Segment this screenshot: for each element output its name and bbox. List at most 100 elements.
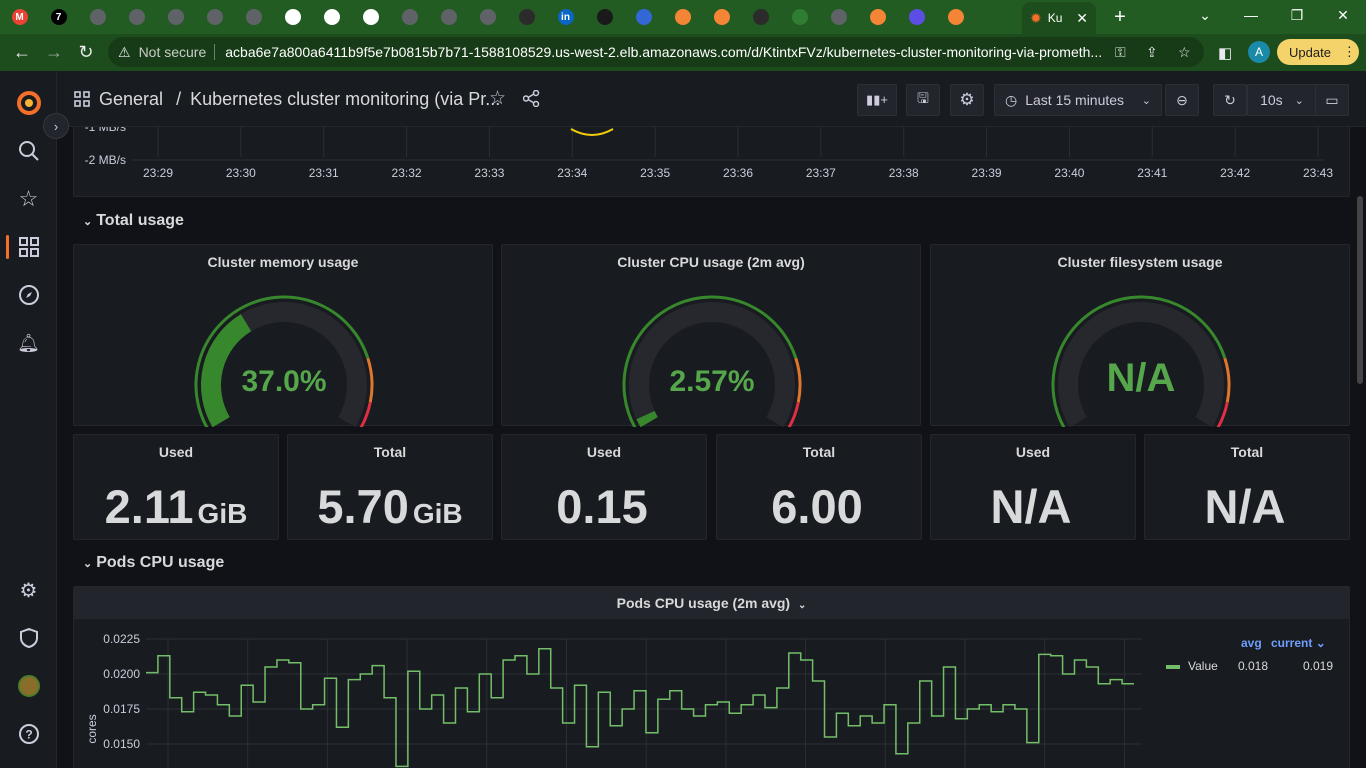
cpu-used-stat[interactable]: Used 0.15 <box>501 434 707 540</box>
dashboards-icon[interactable] <box>0 227 57 267</box>
gmail-icon-glyph: M <box>11 9 28 25</box>
legend-avg-value: 0.018 <box>1238 659 1269 673</box>
add-panel-button[interactable]: ▮▮+ <box>857 84 897 116</box>
dashboard-title[interactable]: Kubernetes cluster monitoring (via Pr... <box>190 89 500 109</box>
globe-icon-glyph <box>323 9 340 25</box>
cube-icon[interactable] <box>858 0 897 34</box>
series-color-swatch <box>1166 664 1180 669</box>
globe-icon-glyph <box>245 9 262 25</box>
refresh-button[interactable]: ↻ <box>1213 84 1247 116</box>
legend-series-value[interactable]: Value <box>1166 659 1218 673</box>
key-icon[interactable]: ⚿ <box>1115 44 1126 61</box>
update-button[interactable]: Update ⋮ <box>1277 39 1359 65</box>
globe-icon[interactable] <box>117 0 156 34</box>
cpu-gauge-panel[interactable]: Cluster CPU usage (2m avg) 2.57% <box>501 244 921 431</box>
panel-title: Cluster CPU usage (2m avg) <box>617 254 805 270</box>
globe-icon[interactable] <box>78 0 117 34</box>
share-icon[interactable]: ⇪ <box>1146 44 1158 61</box>
linkedin-icon[interactable]: in <box>546 0 585 34</box>
globe-icon[interactable] <box>468 0 507 34</box>
breadcrumb-folder[interactable]: General <box>99 89 163 109</box>
server-admin-shield-icon[interactable] <box>0 618 57 658</box>
row-title: Pods CPU usage <box>96 554 225 571</box>
close-tab-icon[interactable]: ✕ <box>1076 10 1088 27</box>
omnibox[interactable]: ⚠ Not secure acba6e7a800a6411b9f5e7b0815… <box>108 37 1204 67</box>
seven-icon[interactable]: 7 <box>39 0 78 34</box>
terraform-icon[interactable] <box>897 0 936 34</box>
gmail-icon[interactable]: M <box>0 0 39 34</box>
globe-icon-glyph <box>830 9 847 25</box>
reload-button[interactable]: ↻ <box>70 37 102 69</box>
grafana-tab-icon: ✹ <box>1030 9 1042 26</box>
zoom-out-button[interactable]: ⊖ <box>1165 84 1199 116</box>
globe-icon[interactable] <box>234 0 273 34</box>
save-dashboard-button[interactable]: 🖫︎ <box>906 84 940 116</box>
memory-total-stat[interactable]: Total 5.70 GiB <box>287 434 493 540</box>
row-pods-cpu[interactable]: ⌄ Pods CPU usage <box>83 554 224 572</box>
dashboard-settings-button[interactable]: ⚙ <box>950 84 984 116</box>
hat-icon[interactable] <box>507 0 546 34</box>
network-graph-panel[interactable]: 23:29 23:30 23:31 23:32 23:33 23:34 23:35 23:36… <box>73 127 1350 197</box>
starred-icon[interactable]: ☆ <box>0 179 57 219</box>
help-icon[interactable]: ? <box>0 714 57 754</box>
maximize-button[interactable]: ❐ <box>1274 0 1320 30</box>
y-tick-label: -1 MB/s <box>85 127 126 134</box>
zoom-out-icon: ⊖ <box>1176 91 1188 108</box>
memory-used-stat[interactable]: Used 2.11 GiB <box>73 434 279 540</box>
back-button[interactable]: ← <box>6 37 38 69</box>
leaf-icon-glyph <box>791 9 808 25</box>
cpu-total-stat[interactable]: Total 6.00 <box>716 434 922 540</box>
threshold-orange-arc <box>1223 357 1231 403</box>
alerting-bell-icon[interactable]: 🔔︎ <box>0 323 57 363</box>
globe-icon[interactable] <box>819 0 858 34</box>
star-dashboard-icon[interactable]: ☆ <box>489 87 506 110</box>
leaf-icon[interactable] <box>780 0 819 34</box>
scrollbar[interactable] <box>1357 196 1363 384</box>
filesystem-gauge-panel[interactable]: Cluster filesystem usage N/A <box>930 244 1350 431</box>
forward-button[interactable]: → <box>38 37 70 69</box>
tab-search-icon[interactable]: ⌄ <box>1182 0 1228 30</box>
globe-icon[interactable] <box>273 0 312 34</box>
globe-icon[interactable] <box>312 0 351 34</box>
globe-icon[interactable] <box>390 0 429 34</box>
bookmark-star-icon[interactable]: ☆ <box>1178 44 1191 61</box>
legend-current-header[interactable]: current ⌄ <box>1271 636 1326 650</box>
cube-icon-glyph <box>713 9 730 25</box>
close-window-button[interactable]: ✕ <box>1320 0 1366 30</box>
cube-icon[interactable] <box>663 0 702 34</box>
globe-icon[interactable] <box>195 0 234 34</box>
panel-header[interactable]: Pods CPU usage (2m avg) ⌄ <box>74 587 1349 619</box>
x-tick-label: 23:29 <box>143 166 173 180</box>
share-dashboard-icon[interactable] <box>522 89 540 112</box>
url-text[interactable]: acba6e7a800a6411b9f5e7b0815b7b71-1588108… <box>225 44 1105 60</box>
refresh-interval-picker[interactable]: 10s ⌄ <box>1247 84 1317 116</box>
dashboards-grid-icon[interactable] <box>74 91 90 112</box>
explore-compass-icon[interactable] <box>0 275 57 315</box>
time-picker-button[interactable]: ◷ Last 15 minutes ⌄ <box>994 84 1162 116</box>
cluster-icon[interactable] <box>624 0 663 34</box>
cube-icon[interactable] <box>702 0 741 34</box>
globe-icon[interactable] <box>156 0 195 34</box>
pods-cpu-panel[interactable]: Pods CPU usage (2m avg) ⌄ 0.0225 0.0200 0.… <box>73 586 1350 768</box>
tv-mode-button[interactable]: ▭ <box>1315 84 1349 116</box>
memory-gauge-panel[interactable]: Cluster memory usage 37.0% <box>73 244 493 431</box>
globe-icon-glyph <box>362 9 379 25</box>
profile-avatar[interactable]: A <box>1248 41 1270 63</box>
sidebar-panel-icon[interactable]: ◧ <box>1218 44 1232 62</box>
filesystem-total-stat[interactable]: Total N/A <box>1144 434 1350 540</box>
dashboard-canvas: 23:29 23:30 23:31 23:32 23:33 23:34 23:35 23:36… <box>57 127 1355 768</box>
minimize-button[interactable]: — <box>1228 0 1274 30</box>
row-total-usage[interactable]: ⌄ Total usage <box>83 212 184 230</box>
configuration-gear-icon[interactable]: ⚙ <box>0 570 57 610</box>
globe-icon[interactable] <box>429 0 468 34</box>
user-avatar[interactable] <box>0 666 57 706</box>
cube-icon[interactable] <box>936 0 975 34</box>
legend-avg-header[interactable]: avg <box>1241 636 1262 650</box>
filesystem-used-stat[interactable]: Used N/A <box>930 434 1136 540</box>
hat-icon-glyph <box>518 9 535 25</box>
new-tab-button[interactable]: + <box>1108 4 1132 30</box>
active-tab[interactable]: ✹ Ku ✕ <box>1022 2 1096 34</box>
cap-icon[interactable] <box>585 0 624 34</box>
globe-icon[interactable] <box>351 0 390 34</box>
hat-icon[interactable] <box>741 0 780 34</box>
